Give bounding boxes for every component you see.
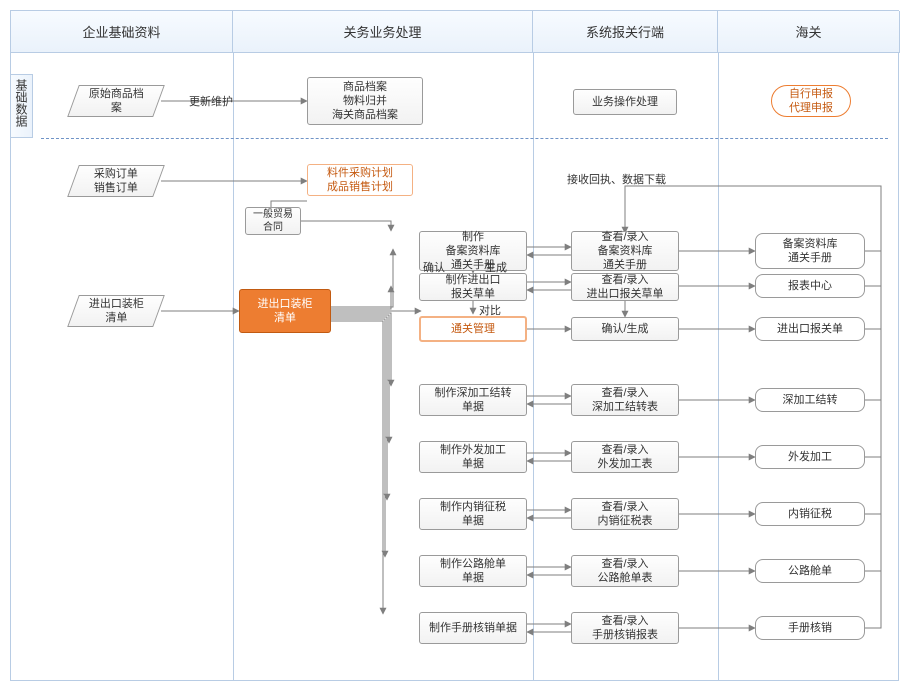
- box-make-deep: 制作深加工结转单据: [419, 384, 527, 416]
- box-make-writeoff: 制作手册核销单据: [419, 612, 527, 644]
- box-view-outsend: 查看/录入外发加工表: [571, 441, 679, 473]
- round-domestic: 内销征税: [755, 502, 865, 526]
- para-container-list: 进出口装柜清单: [67, 295, 165, 327]
- col-sep-2: [533, 53, 534, 680]
- col-head-4: 海关: [718, 11, 900, 53]
- box-view-draft: 查看/录入进出口报关草单: [571, 273, 679, 301]
- flow-diagram: 企业基础资料 关务业务处理 系统报关行端 海关 基础数据: [10, 10, 899, 681]
- box-make-draft: 制作进出口报关草单: [419, 273, 527, 301]
- col-head-1: 企业基础资料: [11, 11, 233, 53]
- col-sep-3: [718, 53, 719, 680]
- label-receive-download: 接收回执、数据下载: [567, 171, 666, 187]
- box-make-domestic: 制作内销征税单据: [419, 498, 527, 530]
- box-view-domestic: 查看/录入内销征税表: [571, 498, 679, 530]
- col-head-2: 关务业务处理: [233, 11, 533, 53]
- box-view-deep: 查看/录入深加工结转表: [571, 384, 679, 416]
- box-general-trade: 一般贸易合同: [245, 207, 301, 235]
- round-report-center: 报表中心: [755, 274, 865, 298]
- box-view-register: 查看/录入备案资料库通关手册: [571, 231, 679, 271]
- box-confirm-generate: 确认/生成: [571, 317, 679, 341]
- box-ops: 业务操作处理: [573, 89, 677, 115]
- label-update-maintain: 更新维护: [189, 93, 233, 109]
- box-make-register: 制作备案资料库通关手册: [419, 231, 527, 271]
- pill-declare: 自行申报代理申报: [771, 85, 851, 117]
- box-view-writeoff: 查看/录入手册核销报表: [571, 612, 679, 644]
- round-writeoff: 手册核销: [755, 616, 865, 640]
- row-label-basic-data: 基础数据: [10, 74, 33, 138]
- orange-plan: 料件采购计划成品销售计划: [307, 164, 413, 196]
- col-sep-1: [233, 53, 234, 680]
- box-make-manifest: 制作公路舱单单据: [419, 555, 527, 587]
- box-make-outsend: 制作外发加工单据: [419, 441, 527, 473]
- round-declaration: 进出口报关单: [755, 317, 865, 341]
- para-raw-product-file: 原始商品档案: [67, 85, 165, 117]
- dashed-separator: [41, 138, 888, 139]
- round-register: 备案资料库通关手册: [755, 233, 865, 269]
- col-head-3: 系统报关行端: [533, 11, 718, 53]
- para-orders: 采购订单销售订单: [67, 165, 165, 197]
- box-archive: 商品档案物料归并海关商品档案: [307, 77, 423, 125]
- orange-container-list: 进出口装柜清单: [239, 289, 331, 333]
- round-deep: 深加工结转: [755, 388, 865, 412]
- round-manifest: 公路舱单: [755, 559, 865, 583]
- orange-customs-manage: 通关管理: [419, 316, 527, 342]
- round-outsend: 外发加工: [755, 445, 865, 469]
- box-view-manifest: 查看/录入公路舱单表: [571, 555, 679, 587]
